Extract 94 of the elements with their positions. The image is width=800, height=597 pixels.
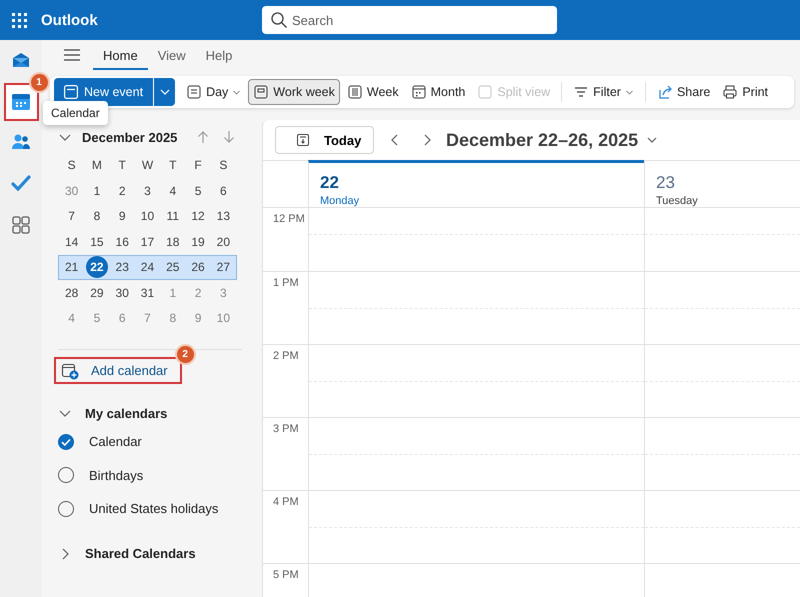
new-event-dropdown[interactable] — [153, 78, 176, 106]
day-column-header[interactable]: 22 Monday — [308, 160, 644, 207]
calendar-group-header[interactable]: Shared Calendars — [42, 542, 202, 566]
date-cell[interactable]: 7 — [60, 205, 83, 228]
next-icon[interactable] — [422, 133, 432, 147]
time-label: 2 PM — [272, 349, 300, 362]
date-cell[interactable]: 12 — [187, 205, 210, 228]
calendar-add-icon — [61, 362, 79, 380]
date-cell[interactable]: 18 — [162, 230, 184, 253]
date-cell[interactable]: 22 — [86, 256, 108, 278]
ribbon-tab[interactable]: View — [148, 42, 196, 70]
arrow-down-icon[interactable] — [223, 130, 236, 144]
work-week-icon — [253, 84, 270, 100]
apps-icon — [10, 214, 32, 236]
time-label: 4 PM — [272, 495, 300, 508]
date-cell[interactable]: 31 — [136, 282, 158, 304]
toolbar-button[interactable]: Day — [181, 79, 246, 105]
weekday-label: S — [68, 158, 76, 172]
time-label: 1 PM — [272, 276, 300, 289]
chevron-down-icon — [624, 88, 634, 96]
date-cell[interactable]: 1 — [86, 180, 108, 202]
date-cell[interactable]: 9 — [111, 205, 134, 228]
compose-icon — [64, 85, 78, 99]
calendar-checkbox-item[interactable]: Birthdays — [42, 458, 150, 492]
add-calendar-button[interactable]: Add calendar — [54, 357, 182, 384]
date-cell[interactable]: 30 — [111, 282, 134, 304]
weekday-label: W — [142, 158, 154, 172]
calendar-group-header[interactable]: My calendars — [42, 401, 174, 425]
date-cell[interactable]: 15 — [86, 230, 108, 253]
date-cell[interactable]: 16 — [111, 230, 134, 253]
calendar-checkbox-item[interactable]: Calendar — [42, 425, 148, 458]
weekday-label: T — [169, 158, 176, 172]
share-icon — [656, 84, 673, 100]
app-launcher-icon[interactable] — [12, 12, 27, 28]
date-range-picker[interactable]: December 22–26, 2025 — [446, 130, 658, 150]
date-cell[interactable]: 13 — [212, 205, 234, 228]
date-cell[interactable]: 24 — [136, 256, 158, 278]
previous-icon[interactable] — [390, 133, 400, 147]
weekday-label: F — [194, 158, 202, 172]
date-cell[interactable]: 14 — [60, 230, 83, 253]
date-cell[interactable]: 21 — [60, 256, 83, 278]
menu-icon[interactable] — [63, 48, 81, 62]
step-badge: 1 — [30, 74, 48, 91]
day-column-header[interactable]: 23 Tuesday — [644, 160, 800, 207]
toolbar-button[interactable]: Month — [406, 79, 470, 105]
day-view-icon — [186, 84, 202, 100]
week-icon — [346, 84, 363, 100]
arrow-up-icon[interactable] — [197, 130, 210, 144]
new-event-button[interactable]: New event — [54, 78, 154, 106]
time-label: 3 PM — [272, 422, 300, 435]
weekday-label: M — [92, 158, 102, 172]
calendar-icon — [10, 91, 32, 113]
date-cell[interactable]: 23 — [111, 256, 134, 278]
toolbar-button[interactable]: Work week — [248, 79, 340, 105]
date-cell[interactable]: 5 — [187, 180, 210, 202]
month-title: December 2025 — [82, 130, 178, 144]
date-cell[interactable]: 27 — [212, 256, 234, 278]
toolbar-button[interactable]: Filter — [568, 79, 639, 105]
date-cell[interactable]: 2 — [111, 180, 134, 202]
date-cell[interactable]: 6 — [212, 180, 234, 202]
month-icon — [410, 84, 427, 100]
rail-button[interactable] — [4, 83, 38, 121]
step-badge: 2 — [176, 346, 194, 363]
date-cell[interactable]: 8 — [86, 205, 108, 228]
date-cell[interactable]: 19 — [187, 230, 210, 253]
weekday-label: T — [118, 158, 126, 172]
ribbon-tab[interactable]: Help — [196, 42, 242, 70]
ribbon-tab[interactable]: Home — [93, 42, 148, 70]
search-field[interactable]: Search — [262, 6, 557, 34]
time-label: 5 PM — [272, 568, 300, 581]
date-cell[interactable]: 26 — [187, 256, 210, 278]
chevron-down-icon — [232, 88, 242, 96]
time-label: 12 PM — [272, 212, 306, 225]
date-cell[interactable]: 29 — [86, 282, 108, 304]
date-cell[interactable]: 25 — [162, 256, 184, 278]
date-cell[interactable]: 11 — [162, 205, 184, 228]
date-cell[interactable]: 28 — [60, 282, 83, 304]
date-cell[interactable]: 20 — [212, 230, 234, 253]
toolbar-button[interactable]: Print — [717, 79, 774, 105]
toolbar-button[interactable]: Share — [652, 79, 716, 105]
date-cell[interactable]: 4 — [162, 180, 184, 202]
calendar-checkbox-item[interactable]: United States holidays — [42, 492, 224, 526]
toolbar-button[interactable]: Week — [342, 79, 404, 105]
tooltip: Calendar — [43, 101, 108, 125]
search-icon — [271, 12, 287, 28]
weekday-label: S — [219, 158, 228, 172]
date-cell[interactable]: 3 — [136, 180, 158, 202]
printer-icon — [722, 84, 738, 100]
calendar-today-icon — [296, 133, 310, 147]
date-cell[interactable]: 10 — [136, 205, 158, 228]
split-view-icon — [477, 84, 494, 100]
date-cell[interactable]: 17 — [136, 230, 158, 253]
today-button[interactable]: Today — [275, 126, 374, 154]
app-title: Outlook — [41, 12, 98, 28]
